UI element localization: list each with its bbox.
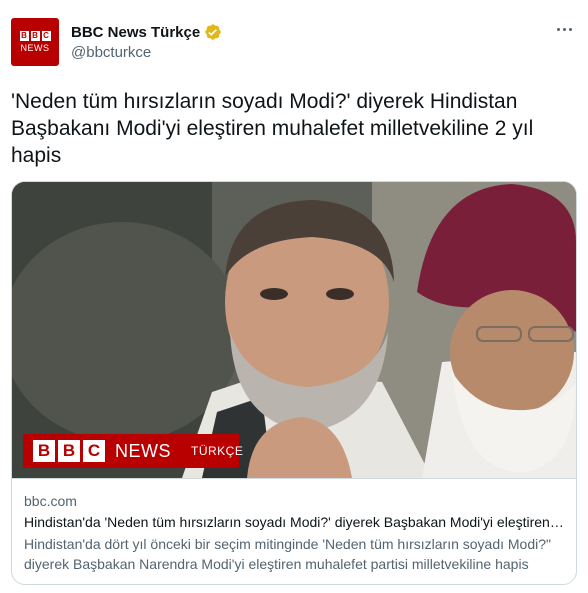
logo-word: NEWS	[115, 440, 171, 461]
link-card[interactable]: B B C NEWS TÜRKÇE bbc.com Hindistan'da '…	[11, 181, 577, 585]
card-description: Hindistan'da dört yıl önceki bir seçim m…	[24, 536, 551, 572]
more-options-icon[interactable]	[553, 22, 575, 36]
card-title: Hindistan'da 'Neden tüm hırsızların soya…	[24, 514, 564, 530]
card-domain: bbc.com	[24, 493, 77, 509]
logo-letter: C	[83, 440, 105, 462]
avatar-word: NEWS	[20, 43, 50, 53]
card-body[interactable]: bbc.com Hindistan'da 'Neden tüm hırsızla…	[12, 478, 576, 584]
card-image[interactable]: B B C NEWS TÜRKÇE	[12, 182, 576, 478]
avatar-letter: B	[30, 31, 40, 41]
author-block: BBC News Türkçe @bbcturkce	[71, 23, 222, 61]
logo-letter: B	[58, 440, 80, 462]
avatar[interactable]: B B C NEWS	[11, 18, 59, 66]
more-dot	[568, 27, 572, 31]
tweet-text: 'Neden tüm hırsızların soyadı Modi?' diy…	[11, 90, 534, 167]
name-row: BBC News Türkçe	[71, 23, 222, 41]
more-dot	[562, 27, 566, 31]
avatar-letter: B	[19, 31, 29, 41]
author-handle[interactable]: @bbcturkce	[71, 44, 222, 61]
bbc-news-turkce-logo: B B C NEWS TÜRKÇE	[23, 434, 243, 468]
avatar-letter: C	[41, 31, 51, 41]
bbc-logo-icon: B B C	[19, 31, 51, 41]
verified-badge-icon	[205, 24, 221, 40]
logo-subword: TÜRKÇE	[191, 444, 244, 458]
author-display-name[interactable]: BBC News Türkçe	[71, 24, 200, 41]
bbc-logo-icon: B B C	[33, 440, 105, 462]
logo-letter: B	[33, 440, 55, 462]
tweet-header: B B C NEWS BBC News Türkçe @bbcturkce	[11, 18, 577, 70]
more-dot	[556, 27, 560, 31]
